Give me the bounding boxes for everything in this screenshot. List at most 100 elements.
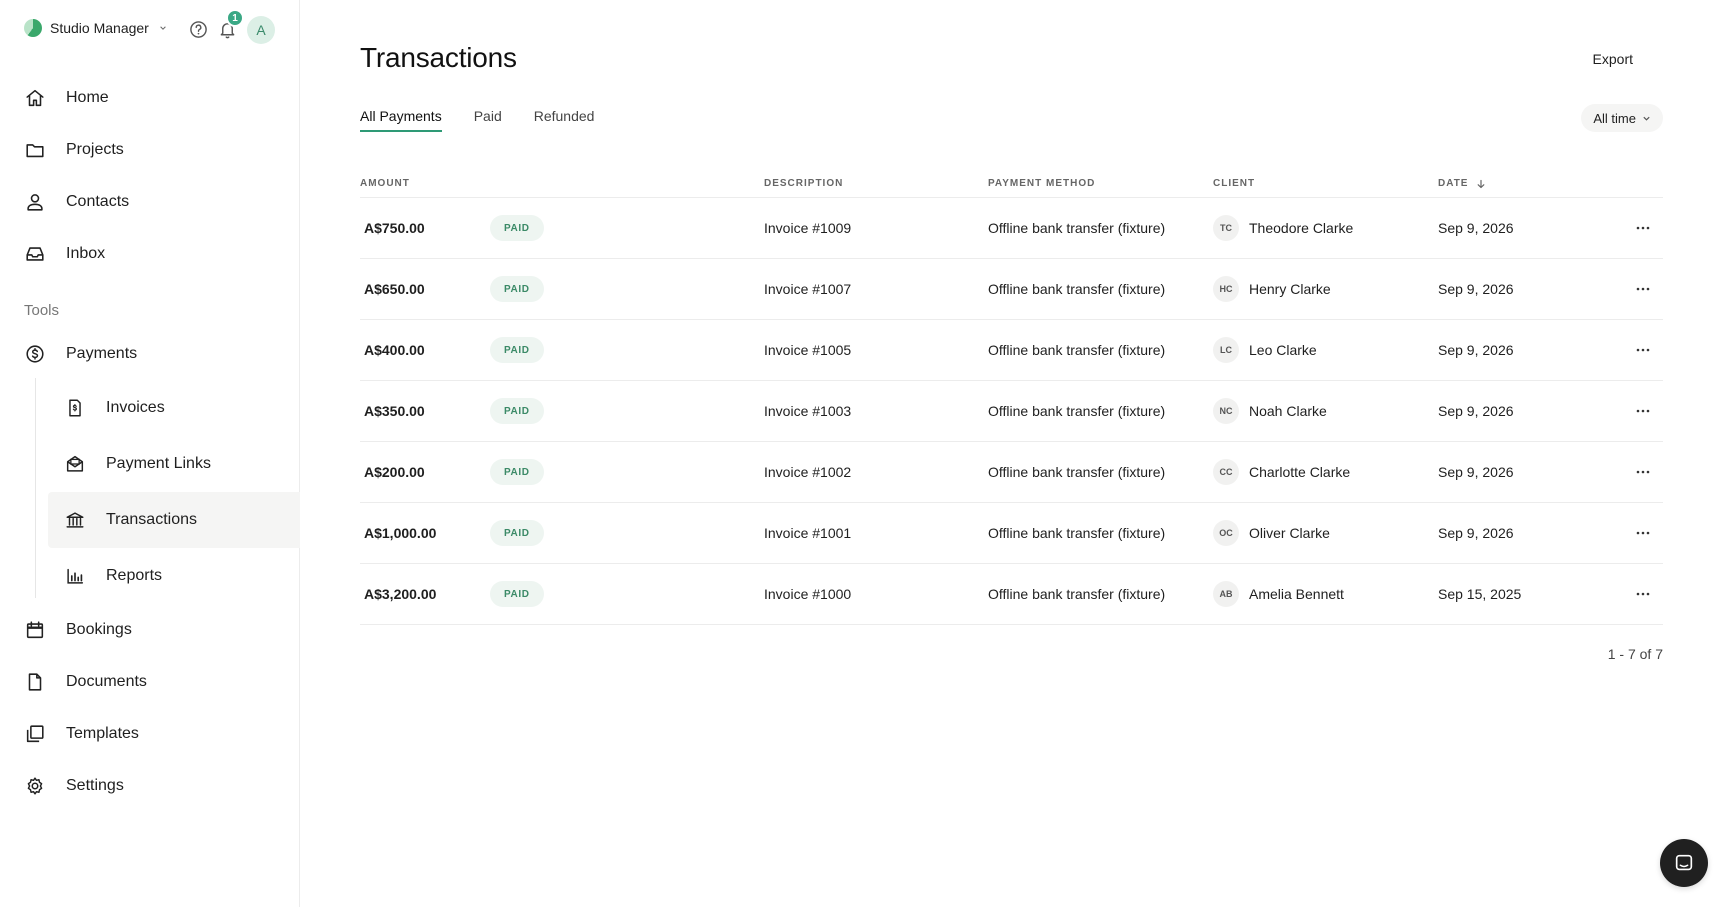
amount-cell: A$200.00 (364, 464, 425, 480)
nav-subitem-label: Payment Links (106, 455, 211, 472)
column-header-amount[interactable]: AMOUNT (360, 178, 410, 189)
status-badge: PAID (490, 398, 544, 424)
more-horizontal-icon (1636, 409, 1650, 413)
nav-item-label: Documents (66, 673, 147, 690)
description-cell: Invoice #1003 (764, 403, 852, 419)
export-button[interactable]: Export (1593, 51, 1633, 67)
status-cell: PAID (490, 198, 544, 258)
client-cell: AB Amelia Bennett (1213, 564, 1344, 624)
nav-item-label: Payments (66, 345, 138, 362)
column-header-date-label: DATE (1438, 178, 1469, 189)
status-cell: PAID (490, 259, 544, 319)
row-actions-button[interactable] (1632, 259, 1654, 319)
sidebar: Studio Manager 1 A Home Projects Contact… (0, 0, 300, 907)
date-range-label: All time (1593, 110, 1636, 126)
amount-cell: A$650.00 (364, 281, 425, 297)
description-cell: Invoice #1009 (764, 220, 852, 236)
nav-item-label: Settings (66, 777, 124, 794)
nav-subitem-label: Invoices (106, 399, 165, 416)
more-horizontal-icon (1636, 226, 1650, 230)
help-icon[interactable] (189, 20, 208, 39)
nav-subitem-transactions[interactable]: Transactions (48, 492, 300, 548)
client-cell: NC Noah Clarke (1213, 381, 1327, 441)
date-cell: Sep 9, 2026 (1438, 403, 1514, 419)
nav-item-documents[interactable]: Documents (0, 658, 300, 706)
table-row[interactable]: A$3,200.00 PAID Invoice #1000 Offline bank … (360, 564, 1663, 625)
nav-item-inbox[interactable]: Inbox (0, 230, 300, 278)
nav-subitem-reports[interactable]: Reports (48, 548, 300, 604)
more-horizontal-icon (1636, 592, 1650, 596)
table-body: A$750.00 PAID Invoice #1009 Offline bank tr… (360, 198, 1663, 625)
column-header-date[interactable]: DATE (1438, 178, 1486, 189)
sidebar-topbar: Studio Manager 1 A (0, 0, 300, 60)
client-avatar: TC (1213, 215, 1239, 241)
status-badge: PAID (490, 459, 544, 485)
row-actions-button[interactable] (1632, 381, 1654, 441)
client-name: Leo Clarke (1249, 342, 1317, 358)
amount-cell: A$3,200.00 (364, 586, 437, 602)
client-avatar: OC (1213, 520, 1239, 546)
table-row[interactable]: A$1,000.00 PAID Invoice #1001 Offline bank … (360, 503, 1663, 564)
client-name: Henry Clarke (1249, 281, 1331, 297)
chat-launcher-button[interactable] (1660, 839, 1708, 887)
payment-link-icon (66, 455, 84, 472)
row-actions-button[interactable] (1632, 198, 1654, 258)
more-horizontal-icon (1636, 470, 1650, 474)
nav-subitem-payment-links[interactable]: Payment Links (48, 436, 300, 492)
folder-icon (26, 144, 44, 158)
column-header-description[interactable]: DESCRIPTION (764, 178, 843, 189)
row-actions-button[interactable] (1632, 564, 1654, 624)
client-cell: CC Charlotte Clarke (1213, 442, 1350, 502)
tab-paid[interactable]: Paid (474, 108, 502, 132)
row-actions-button[interactable] (1632, 503, 1654, 563)
nav-item-settings[interactable]: Settings (0, 762, 300, 810)
bank-icon (66, 512, 84, 528)
description-cell: Invoice #1000 (764, 586, 852, 602)
column-header-client[interactable]: CLIENT (1213, 178, 1255, 189)
table-header: AMOUNT DESCRIPTION PAYMENT METHOD CLIENT… (360, 170, 1663, 198)
payment-method-cell: Offline bank transfer (fixture) (988, 586, 1166, 602)
nav-item-payments[interactable]: Payments (0, 330, 300, 378)
client-avatar: HC (1213, 276, 1239, 302)
client-avatar: AB (1213, 581, 1239, 607)
client-avatar: NC (1213, 398, 1239, 424)
row-actions-button[interactable] (1632, 442, 1654, 502)
date-cell: Sep 15, 2025 (1438, 586, 1522, 602)
user-avatar[interactable]: A (247, 16, 275, 44)
client-cell: OC Oliver Clarke (1213, 503, 1330, 563)
description-cell: Invoice #1005 (764, 342, 852, 358)
status-cell: PAID (490, 320, 544, 380)
brand-logo-icon (24, 19, 42, 37)
workspace-switcher[interactable]: Studio Manager (24, 19, 167, 37)
column-header-payment-method[interactable]: PAYMENT METHOD (988, 178, 1095, 189)
table-row[interactable]: A$400.00 PAID Invoice #1005 Offline bank tr… (360, 320, 1663, 381)
amount-cell: A$350.00 (364, 403, 425, 419)
nav-item-projects[interactable]: Projects (0, 126, 300, 174)
payment-method-cell: Offline bank transfer (fixture) (988, 464, 1166, 480)
nav-item-bookings[interactable]: Bookings (0, 606, 300, 654)
templates-icon (26, 725, 44, 743)
date-range-select[interactable]: All time (1581, 104, 1663, 132)
description-cell: Invoice #1001 (764, 525, 852, 541)
table-row[interactable]: A$200.00 PAID Invoice #1002 Offline bank tr… (360, 442, 1663, 503)
table-row[interactable]: A$750.00 PAID Invoice #1009 Offline bank tr… (360, 198, 1663, 259)
nav-subitem-invoices[interactable]: Invoices (48, 380, 300, 436)
status-badge: PAID (490, 337, 544, 363)
nav-item-contacts[interactable]: Contacts (0, 178, 300, 226)
chevron-down-icon (160, 26, 166, 30)
table-row[interactable]: A$650.00 PAID Invoice #1007 Offline bank tr… (360, 259, 1663, 320)
amount-cell: A$750.00 (364, 220, 425, 236)
tab-refunded[interactable]: Refunded (534, 108, 595, 132)
nav-item-templates[interactable]: Templates (0, 710, 300, 758)
person-icon (27, 194, 43, 211)
client-name: Charlotte Clarke (1249, 464, 1351, 480)
table-row[interactable]: A$350.00 PAID Invoice #1003 Offline bank tr… (360, 381, 1663, 442)
tab-all-payments[interactable]: All Payments (360, 108, 442, 132)
row-actions-button[interactable] (1632, 320, 1654, 380)
workspace-name: Studio Manager (50, 20, 149, 36)
nav-item-home[interactable]: Home (0, 74, 300, 122)
nav-item-label: Projects (66, 141, 124, 158)
date-cell: Sep 9, 2026 (1438, 342, 1514, 358)
payment-method-cell: Offline bank transfer (fixture) (988, 403, 1166, 419)
page-title: Transactions (360, 42, 517, 73)
